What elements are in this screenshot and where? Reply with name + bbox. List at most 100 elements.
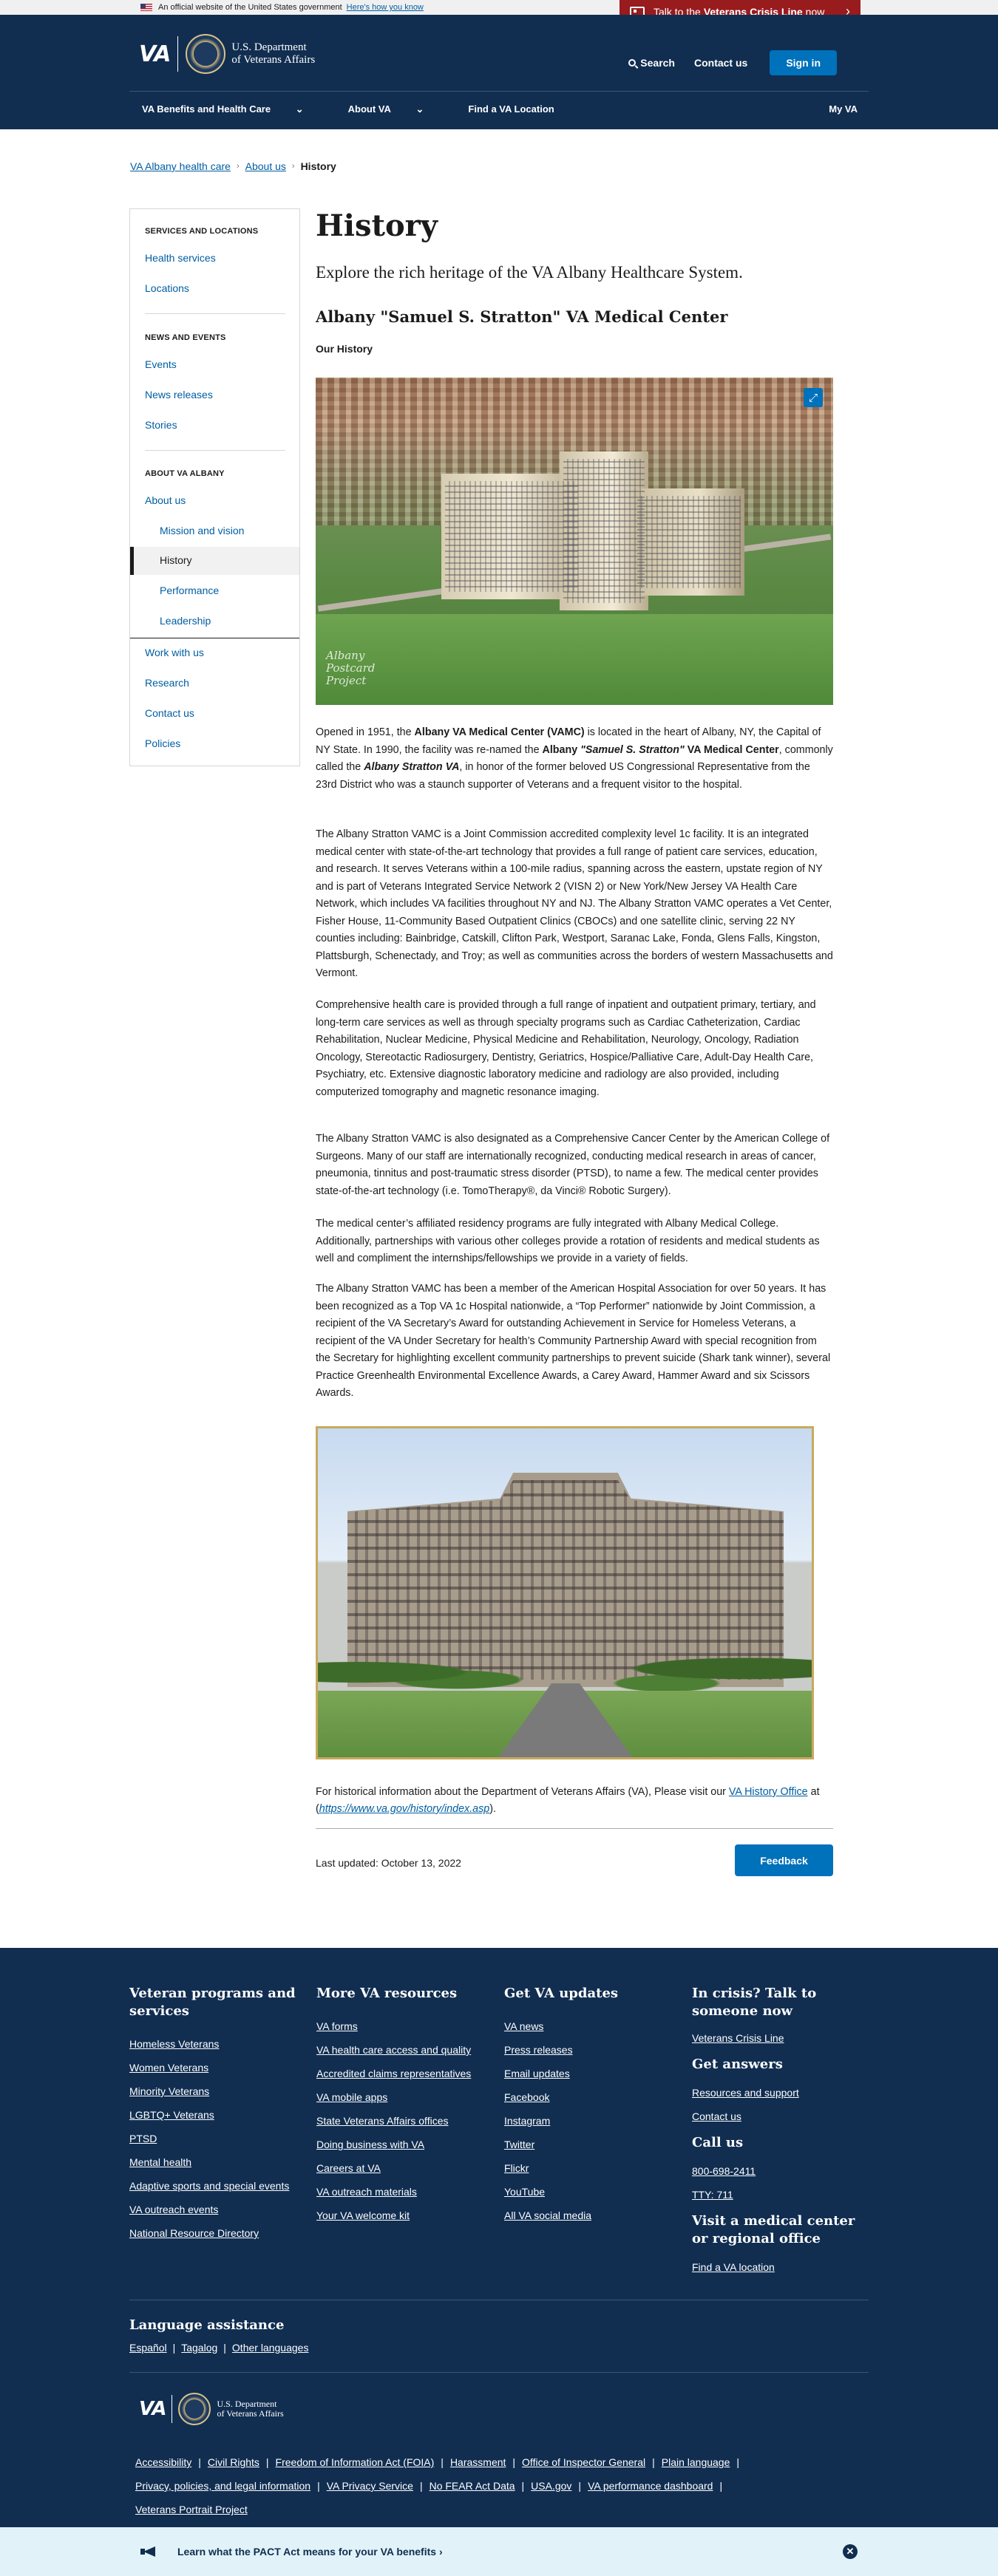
nav-benefits[interactable]: VA Benefits and Health Care ⌄ [142, 103, 326, 115]
breadcrumb-about[interactable]: About us [245, 160, 286, 172]
footer-link[interactable]: Resources and support [692, 2087, 869, 2099]
history-paragraph-1: Opened in 1951, the Albany VA Medical Ce… [316, 724, 833, 794]
footer-link[interactable]: Mental health [129, 2156, 299, 2168]
sidebar-item-contact-us[interactable]: Contact us [145, 707, 194, 719]
sidebar-item-policies[interactable]: Policies [145, 737, 180, 749]
footer-link[interactable]: Careers at VA [316, 2162, 486, 2174]
sidebar-item-locations[interactable]: Locations [145, 282, 189, 294]
footer-link[interactable]: Women Veterans [129, 2062, 299, 2074]
heres-how-you-know-link[interactable]: Here's how you know [347, 3, 424, 12]
contact-us-link[interactable]: Contact us [694, 57, 747, 69]
footer-link[interactable]: Accredited claims representatives [316, 2068, 486, 2079]
sidebar-heading-news: NEWS AND EVENTS [145, 333, 226, 342]
footer-link[interactable]: VA news [504, 2020, 674, 2032]
footer-link[interactable]: Flickr [504, 2162, 674, 2174]
va-logo: VA [139, 2398, 166, 2420]
sidebar-item-stories[interactable]: Stories [145, 419, 177, 431]
sign-in-button[interactable]: Sign in [770, 50, 837, 75]
sidebar-item-mission[interactable]: Mission and vision [160, 525, 244, 536]
sidebar-item-work-with-us[interactable]: Work with us [145, 647, 204, 658]
legal-link[interactable]: Privacy, policies, and legal information [135, 2480, 310, 2492]
footer-heading: Language assistance [129, 2317, 285, 2333]
footer-heading: Get VA updates [504, 1986, 619, 2001]
legal-link[interactable]: VA Privacy Service [327, 2480, 413, 2492]
sidebar-item-research[interactable]: Research [145, 677, 189, 689]
chevron-down-icon: ⌄ [295, 103, 304, 115]
expand-image-icon[interactable]: ⤢ [804, 388, 823, 407]
dept-line1: U.S. Department [231, 41, 307, 53]
footer-link[interactable]: Doing business with VA [316, 2139, 486, 2150]
footer-link[interactable]: Facebook [504, 2091, 674, 2103]
language-link[interactable]: Español [129, 2342, 167, 2354]
sidebar-item-news-releases[interactable]: News releases [145, 389, 213, 401]
footer-link[interactable]: National Resource Directory [129, 2227, 299, 2239]
legal-link[interactable]: USA.gov [531, 2480, 571, 2492]
footer-link[interactable]: Minority Veterans [129, 2085, 299, 2097]
sidebar-item-health-services[interactable]: Health services [145, 252, 216, 264]
close-icon[interactable]: ✕ [843, 2544, 858, 2559]
legal-link[interactable]: Plain language [662, 2456, 730, 2468]
separator: | [419, 2480, 423, 2492]
footer-link[interactable]: Veterans Crisis Line [692, 2032, 869, 2044]
footer-link[interactable]: Your VA welcome kit [316, 2209, 486, 2221]
footer-link[interactable]: LGBTQ+ Veterans [129, 2109, 299, 2121]
history-paragraph-4: The Albany Stratton VAMC is also designa… [316, 1133, 830, 1197]
footer-link[interactable]: Email updates [504, 2068, 674, 2079]
legal-link[interactable]: Accessibility [135, 2456, 191, 2468]
va-history-url-link[interactable]: https://www.va.gov/history/index.asp [319, 1803, 489, 1815]
footer-link[interactable]: VA mobile apps [316, 2091, 486, 2103]
legal-link[interactable]: Veterans Portrait Project [135, 2504, 248, 2515]
footer-col-resources: More VA resources VA forms VA health car… [316, 1985, 486, 2233]
footer-link[interactable]: Contact us [692, 2110, 869, 2122]
footer-link[interactable]: Instagram [504, 2115, 674, 2127]
footer-logo[interactable]: VA U.S. Department of Veterans Affairs [139, 2393, 284, 2425]
separator: | [652, 2456, 655, 2468]
footer-link[interactable]: 800-698-2411 [692, 2165, 869, 2177]
footer-link[interactable]: PTSD [129, 2133, 299, 2144]
nav-find-location[interactable]: Find a VA Location [468, 103, 554, 115]
sidebar-item-history[interactable]: History [130, 547, 299, 575]
search-button[interactable]: Search [628, 57, 675, 69]
footer-link[interactable]: VA forms [316, 2020, 486, 2032]
text-bold-italic: Albany Stratton VA [364, 761, 460, 773]
footer-link[interactable]: All VA social media [504, 2209, 674, 2221]
footer-link[interactable]: YouTube [504, 2186, 674, 2198]
language-link[interactable]: Other languages [232, 2342, 309, 2354]
footer-heading: Get answers [692, 2057, 783, 2072]
nav-about-va[interactable]: About VA ⌄ [348, 103, 447, 115]
separator: | [223, 2342, 226, 2354]
my-va-link[interactable]: My VA [829, 103, 858, 115]
footer-link[interactable]: VA outreach events [129, 2204, 299, 2215]
sidebar-item-performance[interactable]: Performance [160, 585, 219, 596]
footer-link[interactable]: Twitter [504, 2139, 674, 2150]
language-link[interactable]: Tagalog [181, 2342, 217, 2354]
footer-link[interactable]: State Veterans Affairs offices [316, 2115, 486, 2127]
postcard-watermark: Albany Postcard Project [326, 650, 375, 687]
legal-link[interactable]: Freedom of Information Act (FOIA) [276, 2456, 435, 2468]
legal-link[interactable]: VA performance dashboard [588, 2480, 713, 2492]
legal-link[interactable]: Civil Rights [208, 2456, 259, 2468]
official-text: An official website of the United States… [158, 3, 342, 12]
history-paragraph-3: Comprehensive health care is provided th… [316, 999, 816, 1098]
va-history-office-link[interactable]: VA History Office [729, 1786, 808, 1798]
breadcrumb-albany[interactable]: VA Albany health care [130, 160, 231, 172]
separator: | [265, 2456, 269, 2468]
footer-link[interactable]: Homeless Veterans [129, 2038, 299, 2050]
pact-act-link[interactable]: Learn what the PACT Act means for your V… [177, 2546, 443, 2558]
footer-link[interactable]: Find a VA location [692, 2261, 869, 2273]
legal-link[interactable]: Office of Inspector General [522, 2456, 645, 2468]
legal-link[interactable]: Harassment [450, 2456, 506, 2468]
sidebar-item-leadership[interactable]: Leadership [160, 615, 211, 627]
va-home-link[interactable]: VA U.S. Department of Veterans Affairs [139, 34, 315, 74]
sidebar-item-about-us[interactable]: About us [145, 494, 186, 506]
footer-link[interactable]: TTY: 711 [692, 2189, 869, 2201]
page-title: History [316, 208, 438, 243]
sidebar-item-events[interactable]: Events [145, 358, 177, 370]
footer-link[interactable]: Adaptive sports and special events [129, 2180, 299, 2192]
legal-link[interactable]: No FEAR Act Data [430, 2480, 515, 2492]
feedback-button[interactable]: Feedback [735, 1844, 833, 1876]
footer-link[interactable]: VA outreach materials [316, 2186, 486, 2198]
footer-col-programs: Veteran programs and services Homeless V… [129, 1985, 299, 2251]
footer-link[interactable]: Press releases [504, 2044, 674, 2056]
footer-link[interactable]: VA health care access and quality [316, 2044, 486, 2056]
